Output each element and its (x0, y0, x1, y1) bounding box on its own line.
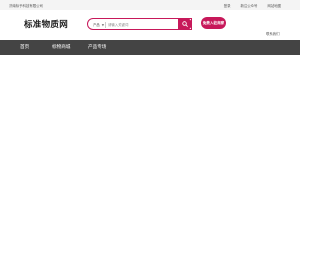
page: 济南标予科技有限公司 登录 新注公众号 网站地图 标准物质网 产品▼ 免费入驻商… (0, 0, 300, 260)
merchant-join-button[interactable]: 免费入驻商家 (201, 17, 226, 29)
search-button[interactable] (178, 18, 192, 30)
company-name: 济南标予科技有限公司 (9, 4, 43, 8)
site-logo[interactable]: 标准物质网 (24, 18, 68, 30)
top-link-sitemap[interactable]: 网站地图 (267, 3, 281, 8)
search-divider (105, 21, 106, 28)
search-input[interactable] (108, 20, 174, 29)
contact-link[interactable]: 联系我们 (266, 31, 280, 36)
top-utility-bar: 济南标予科技有限公司 登录 新注公众号 网站地图 (0, 0, 300, 10)
top-link-login[interactable]: 登录 (224, 3, 231, 8)
nav-item-mall[interactable]: 标物商城 (52, 44, 70, 50)
search-icon (182, 21, 188, 27)
nav-item-products[interactable]: 产品专场 (88, 44, 106, 50)
search-category-select[interactable]: 产品 ▼ (93, 22, 104, 27)
search-category-label: 产品 (93, 23, 100, 28)
main-nav: 首页 标物商城 产品专场 (0, 40, 300, 55)
top-link-wechat[interactable]: 新注公众号 (240, 3, 257, 8)
search-bar: 产品 ▼ (87, 18, 192, 30)
chevron-down-icon: ▼ (101, 23, 105, 28)
nav-item-home[interactable]: 首页 (20, 44, 29, 50)
top-links: 登录 新注公众号 网站地图 (224, 3, 281, 8)
